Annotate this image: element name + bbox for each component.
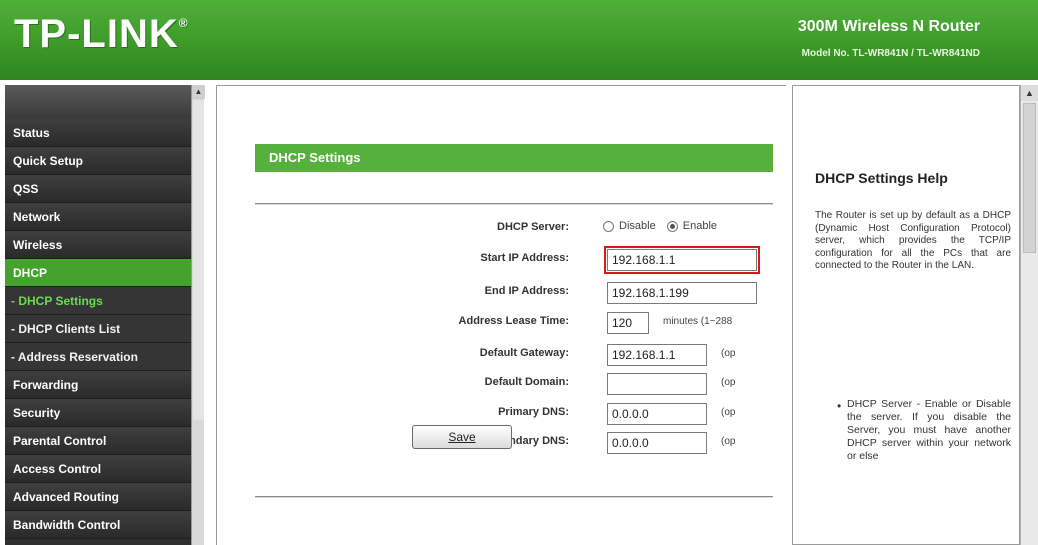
- lease-time-input[interactable]: 120: [607, 312, 649, 334]
- scroll-up-icon[interactable]: ▲: [192, 85, 205, 99]
- sidebar-menu-list: Status Quick Setup QSS Network Wireless …: [5, 119, 191, 539]
- help-panel: DHCP Settings Help The Router is set up …: [792, 85, 1020, 545]
- disable-radio-label[interactable]: Disable: [619, 220, 656, 232]
- primary-dns-row: Primary DNS: 0.0.0.0 (op: [217, 401, 787, 427]
- save-button[interactable]: Save: [412, 425, 512, 449]
- sidebar-item-access-control[interactable]: Access Control: [5, 455, 191, 483]
- gateway-input[interactable]: 192.168.1.1: [607, 344, 707, 366]
- tp-link-logo: TP-LINK®: [14, 12, 189, 56]
- end-ip-label: End IP Address:: [484, 285, 569, 297]
- help-scrollbar[interactable]: ▲: [1020, 85, 1038, 545]
- secondary-dns-optional-note: (op: [721, 436, 736, 447]
- sidebar-item-status[interactable]: Status: [5, 119, 191, 147]
- end-ip-input[interactable]: 192.168.1.199: [607, 282, 757, 304]
- sidebar-item-parental-control[interactable]: Parental Control: [5, 427, 191, 455]
- dhcp-server-row: DHCP Server: Disable Enable: [217, 216, 787, 242]
- dhcp-server-label: DHCP Server:: [497, 221, 569, 233]
- help-intro-text: The Router is set up by default as a DHC…: [815, 210, 1011, 271]
- model-number: Model No. TL-WR841N / TL-WR841ND: [801, 48, 980, 59]
- primary-dns-optional-note: (op: [721, 407, 736, 418]
- scroll-up-icon[interactable]: ▲: [1021, 85, 1038, 101]
- section-title: DHCP Settings: [255, 144, 773, 172]
- dhcp-server-options: Disable Enable: [603, 220, 725, 232]
- lease-time-unit: minutes (1~288: [663, 316, 733, 327]
- end-ip-row: End IP Address: 192.168.1.199: [217, 280, 787, 306]
- help-scroll-thumb[interactable]: [1023, 103, 1036, 253]
- sidebar-menu-panel: Status Quick Setup QSS Network Wireless …: [5, 85, 205, 545]
- bottom-divider: [255, 496, 773, 498]
- sidebar-item-quick-setup[interactable]: Quick Setup: [5, 147, 191, 175]
- sidebar-item-advanced-routing[interactable]: Advanced Routing: [5, 483, 191, 511]
- sidebar-subitem-address-reservation[interactable]: - Address Reservation: [5, 343, 191, 371]
- sidebar-item-forwarding[interactable]: Forwarding: [5, 371, 191, 399]
- start-ip-row: Start IP Address: 192.168.1.1: [217, 246, 787, 274]
- sidebar-scroll-thumb[interactable]: [193, 100, 204, 420]
- sidebar-item-network[interactable]: Network: [5, 203, 191, 231]
- secondary-dns-input[interactable]: 0.0.0.0: [607, 432, 707, 454]
- domain-optional-note: (op: [721, 377, 736, 388]
- header-banner: TP-LINK® 300M Wireless N Router Model No…: [0, 0, 1038, 80]
- sidebar-top-spacer: [5, 85, 191, 119]
- sidebar-scrollbar[interactable]: ▲: [191, 85, 205, 545]
- sidebar-item-dhcp[interactable]: DHCP: [5, 259, 191, 287]
- dhcp-settings-panel: DHCP Settings DHCP Server: Disable Enabl…: [216, 85, 786, 545]
- domain-label: Default Domain:: [484, 376, 569, 388]
- domain-input[interactable]: [607, 373, 707, 395]
- start-ip-input[interactable]: 192.168.1.1: [604, 246, 760, 274]
- product-title: 300M Wireless N Router: [797, 18, 980, 35]
- sidebar-item-qss[interactable]: QSS: [5, 175, 191, 203]
- lease-time-row: Address Lease Time: 120 minutes (1~288: [217, 310, 787, 336]
- top-divider: [255, 203, 773, 205]
- sidebar-subitem-dhcp-settings[interactable]: - DHCP Settings: [5, 287, 191, 315]
- primary-dns-label: Primary DNS:: [498, 406, 569, 418]
- enable-radio-label[interactable]: Enable: [683, 220, 717, 232]
- sidebar-item-bandwidth-control[interactable]: Bandwidth Control: [5, 511, 191, 539]
- help-title: DHCP Settings Help: [815, 170, 948, 186]
- domain-row: Default Domain: (op: [217, 371, 787, 397]
- lease-time-label: Address Lease Time:: [458, 315, 569, 327]
- help-item-dhcp-server: DHCP Server - Enable or Disable the serv…: [847, 398, 1011, 462]
- gateway-row: Default Gateway: 192.168.1.1 (op: [217, 342, 787, 368]
- sidebar-subitem-dhcp-clients-list[interactable]: - DHCP Clients List: [5, 315, 191, 343]
- gateway-optional-note: (op: [721, 348, 736, 359]
- bullet-icon: •: [837, 399, 842, 413]
- sidebar-item-security[interactable]: Security: [5, 399, 191, 427]
- primary-dns-input[interactable]: 0.0.0.0: [607, 403, 707, 425]
- enable-radio[interactable]: [666, 220, 678, 232]
- gateway-label: Default Gateway:: [479, 347, 569, 359]
- disable-radio[interactable]: [603, 220, 614, 232]
- sidebar-item-wireless[interactable]: Wireless: [5, 231, 191, 259]
- start-ip-label: Start IP Address:: [480, 252, 569, 264]
- sidebar-nav: Status Quick Setup QSS Network Wireless …: [0, 80, 206, 545]
